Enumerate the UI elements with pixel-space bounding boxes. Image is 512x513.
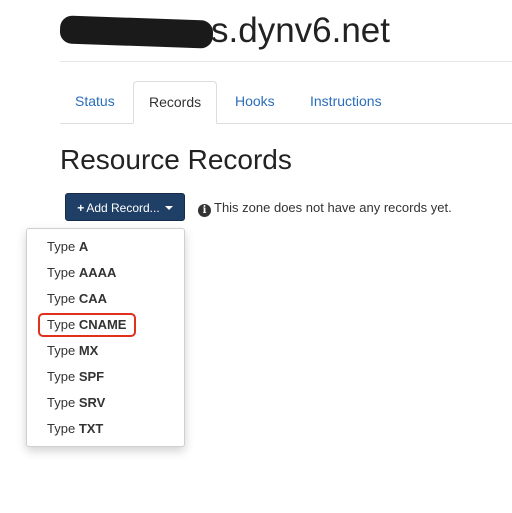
tab-status[interactable]: Status [75,81,115,122]
menu-item-type-cname[interactable]: Type CNAME [47,314,126,336]
redacted-zone-name [59,15,214,49]
add-record-label: Add Record... [86,201,160,215]
tab-instructions[interactable]: Instructions [310,81,382,122]
record-type-menu: Type A Type AAAA Type CAA Type CNAME Typ… [26,228,185,447]
zone-title-suffix: s.dynv6.net [211,11,390,50]
menu-item-type-a[interactable]: Type A [47,236,88,258]
plus-icon: + [77,201,85,215]
menu-item-type-mx[interactable]: Type MX [47,340,98,362]
tab-hooks[interactable]: Hooks [235,81,275,122]
tab-records[interactable]: Records [133,81,218,124]
empty-state-text: This zone does not have any records yet. [214,200,452,215]
tab-bar: Status Records Hooks Instructions [60,81,512,124]
menu-item-type-srv[interactable]: Type SRV [47,392,105,414]
menu-item-type-spf[interactable]: Type SPF [47,366,104,388]
page: s.dynv6.net Status Records Hooks Instruc… [0,0,512,513]
page-title: Resource Records [60,144,292,175]
menu-item-type-caa[interactable]: Type CAA [47,288,107,310]
empty-state-message: i This zone does not have any records yet… [198,199,452,217]
menu-item-type-txt[interactable]: Type TXT [47,418,103,440]
caret-down-icon [164,206,173,210]
add-record-button[interactable]: + Add Record... [65,193,185,221]
zone-title: s.dynv6.net [59,9,390,53]
menu-item-type-aaaa[interactable]: Type AAAA [47,262,116,284]
divider [60,61,512,62]
info-icon: i [198,204,211,217]
